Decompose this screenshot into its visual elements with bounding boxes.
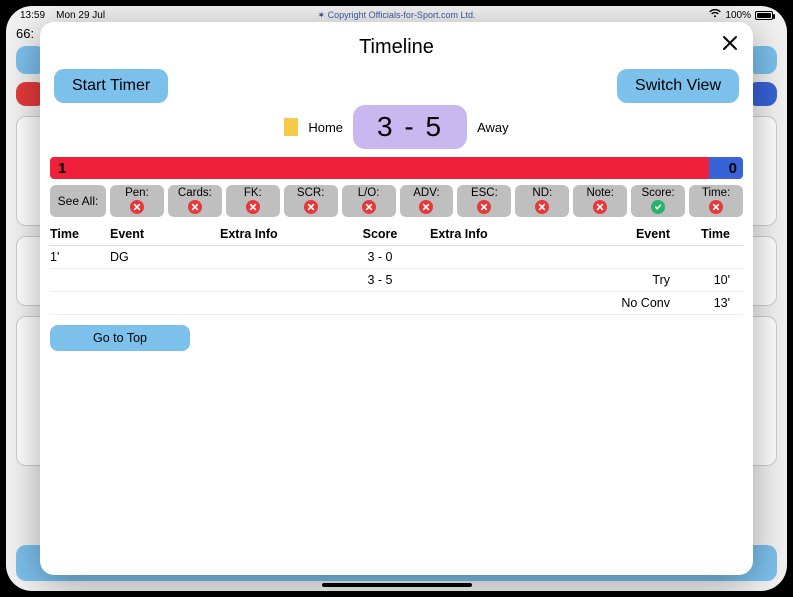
half-left: 1 [50,157,709,179]
filter-fk[interactable]: FK: [226,185,280,217]
th-event-r: Event [540,227,670,241]
filter-label: ESC: [471,187,498,199]
th-time-r: Time [670,227,730,241]
x-icon [419,200,433,214]
switch-view-button[interactable]: Switch View [617,69,739,103]
x-icon [593,200,607,214]
check-icon [651,200,665,214]
filter-cards[interactable]: Cards: [168,185,222,217]
filter-pen[interactable]: Pen: [110,185,164,217]
home-indicator[interactable] [322,583,472,587]
th-extra-l: Extra Info [220,227,330,241]
timeline-modal: Timeline Start Timer Switch View Home 3 … [40,22,753,575]
th-extra-r: Extra Info [430,227,540,241]
x-icon [477,200,491,214]
table-row: 3 - 5 Try10' [50,269,743,292]
filter-row: See All: Pen: Cards: FK: SCR: L/O: ADV: ESC: ND… [40,185,753,217]
x-icon [535,200,549,214]
filter-label: Time: [702,187,730,199]
filter-scr[interactable]: SCR: [284,185,338,217]
th-score: Score [330,227,430,241]
filter-label: ND: [532,187,552,199]
table-row: 1'DG 3 - 0 [50,246,743,269]
filter-label: Cards: [178,187,212,199]
filter-adv[interactable]: ADV: [400,185,454,217]
cell-score: 3 - 0 [330,250,430,264]
half-bar: 1 0 [50,157,743,179]
half-right: 0 [709,157,743,179]
filter-label: Pen: [125,187,149,199]
cell-event-r: Try [540,273,670,287]
x-icon [130,200,144,214]
home-color-chip [284,118,298,136]
cell-time-l: 1' [50,250,110,264]
away-label: Away [477,120,509,135]
filter-label: Note: [586,187,614,199]
x-icon [709,200,723,214]
score-pill: 3 - 5 [353,105,467,149]
x-icon [304,200,318,214]
table-header: Time Event Extra Info Score Extra Info E… [50,223,743,246]
x-icon [188,200,202,214]
cell-time-r: 13' [670,296,730,310]
filter-label: L/O: [358,187,380,199]
cell-event-l: DG [110,250,220,264]
cell-event-r: No Conv [540,296,670,310]
filter-label: FK: [244,187,262,199]
th-time-l: Time [50,227,110,241]
timeline-table: Time Event Extra Info Score Extra Info E… [50,223,743,315]
cell-time-r: 10' [670,273,730,287]
filter-time[interactable]: Time: [689,185,743,217]
modal-title: Timeline [40,36,753,59]
filter-lo[interactable]: L/O: [342,185,396,217]
home-label: Home [308,120,343,135]
filter-esc[interactable]: ESC: [457,185,511,217]
x-icon [246,200,260,214]
table-row: No Conv13' [50,292,743,315]
score-row: Home 3 - 5 Away [40,105,753,149]
filter-score[interactable]: Score: [631,185,685,217]
start-timer-button[interactable]: Start Timer [54,69,168,103]
filter-note[interactable]: Note: [573,185,627,217]
filter-see-all[interactable]: See All: [50,185,106,217]
cell-score: 3 - 5 [330,273,430,287]
close-icon[interactable] [721,32,739,58]
go-to-top-button[interactable]: Go to Top [50,325,190,351]
filter-label: Score: [641,187,674,199]
filter-label: ADV: [413,187,439,199]
filter-nd[interactable]: ND: [515,185,569,217]
filter-see-all-label: See All: [58,194,99,208]
x-icon [362,200,376,214]
th-event-l: Event [110,227,220,241]
filter-label: SCR: [297,187,324,199]
